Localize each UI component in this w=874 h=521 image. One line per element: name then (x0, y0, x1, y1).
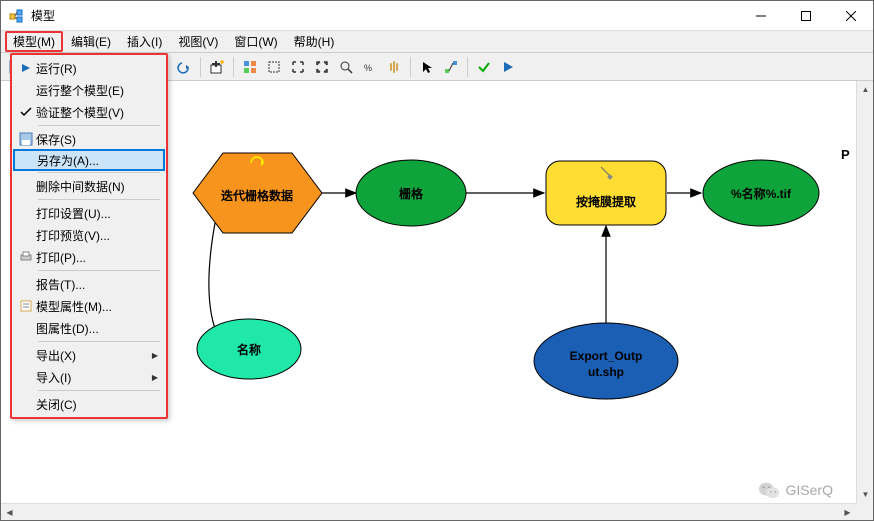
validate-button[interactable] (473, 56, 495, 78)
toolbar-separator (410, 57, 411, 77)
menu-delete-intermediate[interactable]: 删除中间数据(N) (14, 175, 164, 197)
app-icon (9, 8, 25, 24)
select-button[interactable] (416, 56, 438, 78)
node-raster[interactable]: 栅格 (356, 160, 466, 226)
maximize-button[interactable] (783, 1, 828, 30)
save-icon (16, 131, 36, 147)
check-icon (16, 104, 36, 120)
model-menu-dropdown: 运行(R) 运行整个模型(E) 验证整个模型(V) 保存(S) 另存为(A)..… (10, 53, 168, 419)
menu-diagram-properties[interactable]: 图属性(D)... (14, 317, 164, 339)
zoom-in-button[interactable] (287, 56, 309, 78)
node-extract-tool[interactable]: 按掩膜提取 (546, 161, 666, 225)
node-iterator[interactable]: 迭代栅格数据 (193, 153, 322, 233)
menu-view[interactable]: 视图(V) (170, 31, 226, 52)
svg-text:按掩膜提取: 按掩膜提取 (576, 194, 636, 209)
redo-button[interactable] (173, 56, 195, 78)
node-output[interactable]: %名称%.tif (703, 160, 819, 226)
toolbar-separator (233, 57, 234, 77)
print-icon (16, 249, 36, 265)
scroll-left-arrow[interactable]: ◀ (1, 504, 18, 520)
watermark: GISerQ (758, 480, 833, 500)
menu-export[interactable]: 导出(X)▶ (14, 344, 164, 366)
menu-print-setup[interactable]: 打印设置(U)... (14, 202, 164, 224)
svg-text:ut.shp: ut.shp (588, 365, 624, 379)
menu-separator (38, 390, 160, 391)
menu-print[interactable]: 打印(P)... (14, 246, 164, 268)
scroll-up-arrow[interactable]: ▲ (857, 81, 873, 98)
menu-separator (38, 199, 160, 200)
pan-button[interactable] (383, 56, 405, 78)
menu-edit[interactable]: 编辑(E) (63, 31, 119, 52)
watermark-text: GISerQ (786, 482, 833, 498)
zoom-out-button[interactable] (311, 56, 333, 78)
menu-model[interactable]: 模型(M) (5, 31, 63, 52)
menu-close[interactable]: 关闭(C) (14, 393, 164, 415)
submenu-arrow-icon: ▶ (152, 373, 158, 382)
toolbar-separator (467, 57, 468, 77)
menu-import[interactable]: 导入(I)▶ (14, 366, 164, 388)
minimize-button[interactable] (738, 1, 783, 30)
menu-run-entire[interactable]: 运行整个模型(E) (14, 79, 164, 101)
menu-window[interactable]: 窗口(W) (226, 31, 285, 52)
menu-separator (38, 341, 160, 342)
menu-run[interactable]: 运行(R) (14, 57, 164, 79)
run-icon (16, 60, 36, 76)
svg-text:栅格: 栅格 (399, 186, 424, 201)
toolbar-separator (200, 57, 201, 77)
menu-save-as[interactable]: 另存为(A)... (13, 149, 165, 171)
menu-print-preview[interactable]: 打印预览(V)... (14, 224, 164, 246)
scroll-right-arrow[interactable]: ▶ (839, 504, 856, 520)
svg-text:Export_Outp: Export_Outp (570, 349, 643, 363)
node-name[interactable]: 名称 (197, 319, 301, 379)
parameter-marker: P (841, 147, 850, 162)
svg-text:迭代栅格数据: 迭代栅格数据 (221, 188, 293, 203)
horizontal-scrollbar[interactable]: ◀ ▶ (1, 503, 856, 520)
menu-insert[interactable]: 插入(I) (119, 31, 170, 52)
auto-layout-button[interactable] (239, 56, 261, 78)
connect-button[interactable] (440, 56, 462, 78)
menu-save[interactable]: 保存(S) (14, 128, 164, 150)
menu-separator (38, 172, 160, 173)
close-button[interactable] (828, 1, 873, 30)
menu-separator (38, 270, 160, 271)
node-export-output[interactable]: Export_Outp ut.shp (534, 323, 678, 399)
scroll-corner (856, 503, 873, 520)
full-extent-button[interactable] (263, 56, 285, 78)
svg-text:名称: 名称 (237, 342, 261, 357)
window-title: 模型 (31, 7, 738, 24)
menu-separator (38, 125, 160, 126)
submenu-arrow-icon: ▶ (152, 351, 158, 360)
svg-text:%名称%.tif: %名称%.tif (731, 186, 792, 201)
run-button[interactable] (497, 56, 519, 78)
menu-report[interactable]: 报告(T)... (14, 273, 164, 295)
menu-validate[interactable]: 验证整个模型(V) (14, 101, 164, 123)
zoom-actual-button[interactable] (335, 56, 357, 78)
wechat-icon (758, 480, 780, 500)
menubar: 模型(M) 编辑(E) 插入(I) 视图(V) 窗口(W) 帮助(H) (1, 31, 873, 53)
titlebar: 模型 (1, 1, 873, 31)
scroll-down-arrow[interactable]: ▼ (857, 486, 873, 503)
zoom-percent-button[interactable]: % (359, 56, 381, 78)
menu-help[interactable]: 帮助(H) (286, 31, 343, 52)
svg-text:%: % (364, 63, 372, 73)
props-icon (16, 298, 36, 314)
menu-model-properties[interactable]: 模型属性(M)... (14, 295, 164, 317)
add-data-button[interactable] (206, 56, 228, 78)
vertical-scrollbar[interactable]: ▲ ▼ (856, 81, 873, 503)
